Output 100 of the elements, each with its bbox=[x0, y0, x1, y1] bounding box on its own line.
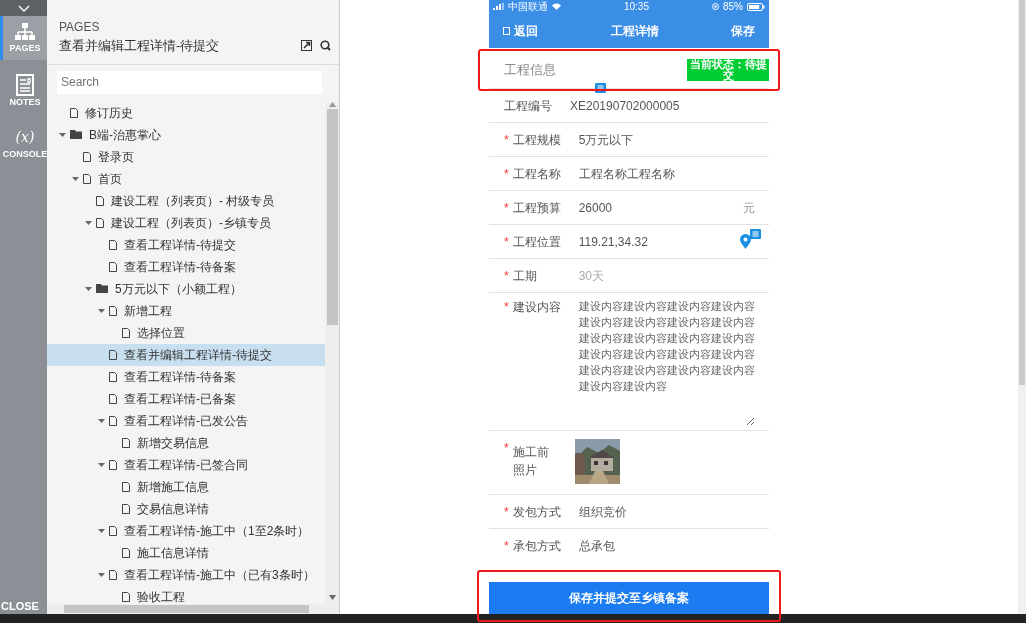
square-icon bbox=[503, 26, 510, 35]
required-mark: * bbox=[504, 233, 509, 251]
tree-item[interactable]: 5万元以下（小额工程） bbox=[47, 277, 325, 300]
tree-item[interactable]: 查看工程详情-待提交 bbox=[47, 233, 325, 256]
field-value: 工程名称工程名称 bbox=[578, 165, 675, 183]
required-mark: * bbox=[504, 299, 509, 316]
caret-down-icon[interactable] bbox=[71, 176, 79, 181]
page-icon bbox=[96, 195, 104, 206]
carrier-name: 中国联通 bbox=[508, 1, 548, 12]
field-label: 施工前照片 bbox=[512, 444, 550, 479]
notes-icon bbox=[16, 73, 34, 96]
page-icon bbox=[70, 107, 78, 118]
unit-label: 元 bbox=[743, 199, 755, 217]
location-pin-icon bbox=[740, 234, 751, 249]
field-value: XE20190702000005 bbox=[570, 97, 680, 115]
wifi-icon bbox=[552, 3, 561, 10]
tree-item[interactable]: 查看工程详情-施工中（已有3条时） bbox=[47, 563, 325, 586]
field-label: 发包方式 bbox=[512, 503, 562, 521]
search-icon[interactable] bbox=[320, 39, 331, 52]
tree-item[interactable]: 查看工程详情-已发公告 bbox=[47, 409, 325, 432]
field-label: 承包方式 bbox=[512, 537, 562, 555]
required-mark: * bbox=[504, 131, 509, 149]
scrollbar[interactable] bbox=[325, 101, 339, 604]
tree-item[interactable]: 登录页 bbox=[47, 145, 325, 168]
caret-down-icon[interactable] bbox=[97, 572, 105, 577]
screen-title: 工程详情 bbox=[610, 22, 659, 40]
page-icon bbox=[109, 239, 117, 250]
field-value: 26000 bbox=[578, 199, 614, 217]
page-icon bbox=[122, 591, 130, 602]
tree-item[interactable]: 修订历史 bbox=[47, 101, 325, 124]
variable-icon: (x) bbox=[15, 127, 35, 148]
field-label: 工程位置 bbox=[512, 233, 562, 251]
open-external-icon[interactable] bbox=[301, 40, 312, 52]
page-icon bbox=[122, 503, 130, 514]
page-icon bbox=[109, 349, 117, 360]
caret-down-icon[interactable] bbox=[97, 528, 105, 533]
caret-down-icon[interactable] bbox=[97, 418, 105, 423]
tree-item[interactable]: 查看工程详情-已签合同 bbox=[47, 453, 325, 476]
caret-down-icon[interactable] bbox=[58, 132, 66, 137]
page-icon bbox=[109, 459, 117, 470]
folder-icon bbox=[70, 130, 82, 139]
tree-item[interactable]: 建设工程（列表页）- 村级专员 bbox=[47, 189, 325, 212]
scrollbar[interactable] bbox=[1018, 0, 1026, 614]
scroll-down-icon bbox=[328, 595, 336, 600]
search-field[interactable]: Search bbox=[57, 70, 322, 94]
tree-item[interactable]: 查看并编辑工程详情-待提交 bbox=[47, 343, 325, 366]
caret-down-icon[interactable] bbox=[84, 286, 92, 291]
field-label: 工程规模 bbox=[512, 131, 562, 149]
field-value: 组织竞价 bbox=[578, 503, 627, 521]
panel-heading: PAGES bbox=[59, 19, 101, 36]
page-icon bbox=[109, 569, 117, 580]
required-mark: * bbox=[504, 267, 509, 285]
page-icon bbox=[122, 481, 130, 492]
tree-item[interactable]: 新增工程 bbox=[47, 299, 325, 322]
tree-item[interactable]: 查看工程详情-待备案 bbox=[47, 255, 325, 278]
caret-down-icon[interactable] bbox=[84, 220, 92, 225]
duration-field[interactable]: 30天 bbox=[578, 266, 729, 285]
field-label: 工程预算 bbox=[512, 199, 562, 217]
tree-item[interactable]: 新增施工信息 bbox=[47, 475, 325, 498]
scrollbar[interactable] bbox=[47, 604, 339, 614]
field-value: 总承包 bbox=[578, 537, 615, 555]
tree-item[interactable]: 查看工程详情-已备案 bbox=[47, 387, 325, 410]
tree-item[interactable]: 新增交易信息 bbox=[47, 431, 325, 454]
tree-item[interactable]: 交易信息详情 bbox=[47, 497, 325, 520]
battery-icon bbox=[747, 2, 765, 11]
required-mark: * bbox=[504, 503, 509, 521]
tree-item[interactable]: 选择位置 bbox=[47, 321, 325, 344]
battery-percent: 85% bbox=[722, 1, 743, 12]
field-label: 工期 bbox=[512, 267, 538, 285]
page-icon bbox=[83, 173, 91, 184]
field-label: 建设内容 bbox=[512, 299, 562, 316]
section-title: 工程信息 bbox=[504, 61, 556, 80]
page-icon bbox=[109, 525, 117, 536]
signal-icon bbox=[493, 3, 504, 10]
page-icon bbox=[109, 371, 117, 382]
tree-item[interactable]: 建设工程（列表页）-乡镇专员 bbox=[47, 211, 325, 234]
page-icon bbox=[109, 393, 117, 404]
tree-item[interactable]: 首页 bbox=[47, 167, 325, 190]
page-icon bbox=[83, 151, 91, 162]
caret-down-icon[interactable] bbox=[97, 462, 105, 467]
tree-item[interactable]: 施工信息详情 bbox=[47, 541, 325, 564]
tree-item[interactable]: B端-治惠掌心 bbox=[47, 123, 325, 146]
status-badge: 当前状态：待提交 bbox=[687, 59, 769, 81]
field-label: 工程编号 bbox=[504, 97, 553, 115]
folder-icon bbox=[96, 284, 108, 293]
content-textarea[interactable]: 建设内容建设内容建设内容建设内容建设内容建设内容建设内容建设内容建设内容建设内容建设内容建设内容建设内容建设内容建设内容建设内容建设内容建设内容建设内容建设内容建设内容建设内容 bbox=[578, 298, 755, 426]
clock-time: 10:35 bbox=[623, 1, 649, 12]
submit-button[interactable]: 保存并提交至乡镇备案 bbox=[489, 582, 769, 614]
page-icon bbox=[109, 305, 117, 316]
tree-item[interactable]: 查看工程详情-施工中（1至2条时） bbox=[47, 519, 325, 542]
required-mark: * bbox=[504, 165, 509, 183]
required-mark: * bbox=[504, 440, 509, 457]
tree-item[interactable]: 验收工程 bbox=[47, 585, 325, 604]
sitemap-icon bbox=[15, 22, 35, 42]
chevron-down-icon[interactable] bbox=[17, 4, 30, 12]
field-value: 5万元以下 bbox=[578, 131, 634, 149]
tree-item[interactable]: 查看工程详情-待备案 bbox=[47, 365, 325, 388]
caret-down-icon[interactable] bbox=[97, 308, 105, 313]
page-icon bbox=[122, 437, 130, 448]
page-icon bbox=[122, 327, 130, 338]
